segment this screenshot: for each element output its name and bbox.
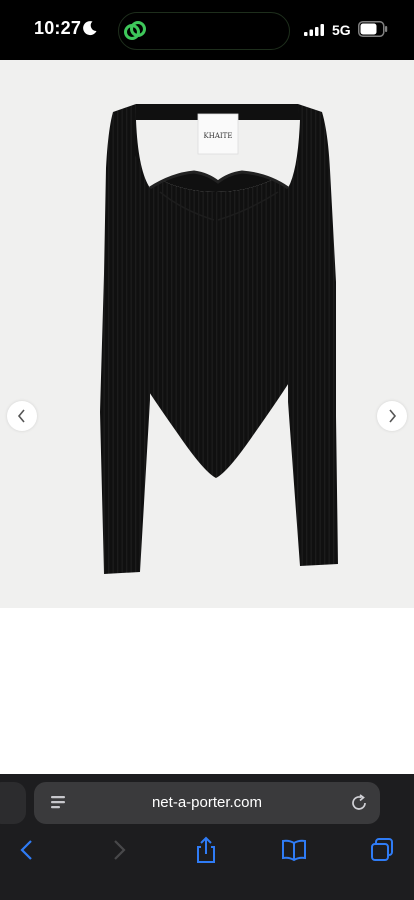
carousel-next-button[interactable] [377,401,407,431]
chevron-left-icon [17,409,25,423]
forward-arrow-icon[interactable] [104,836,132,864]
moon-icon [83,21,97,36]
reload-icon[interactable] [350,794,368,812]
status-bar: 10:27 5G [0,0,414,60]
tabs-icon[interactable] [368,836,396,864]
back-arrow-icon[interactable] [14,836,42,864]
web-page-content: KHAITE [0,60,414,774]
address-bar[interactable]: net-a-porter.com [34,782,380,824]
chevron-right-icon [389,409,397,423]
browser-toolbar: net-a-porter.com [0,774,414,900]
carousel-prev-button[interactable] [7,401,37,431]
network-type: 5G [332,22,351,38]
battery-icon [358,21,388,37]
share-icon[interactable] [192,836,220,864]
status-time: 10:27 [34,18,82,38]
bookmarks-icon[interactable] [280,836,308,864]
signal-icon [304,24,324,36]
product-image-carousel[interactable]: KHAITE [0,60,414,608]
previous-tab-preview[interactable] [0,782,26,824]
brand-label: KHAITE [204,132,233,140]
link-icon [124,21,146,40]
url-text[interactable]: net-a-porter.com [34,794,380,811]
product-image: KHAITE [100,104,338,574]
